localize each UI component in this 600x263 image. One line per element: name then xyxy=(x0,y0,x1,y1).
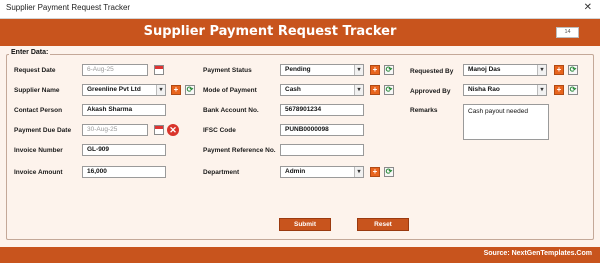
mode-of-payment-dropdown[interactable]: Cash ▾ xyxy=(280,84,364,96)
chevron-down-icon: ▾ xyxy=(156,85,165,95)
payment-status-value: Pending xyxy=(285,66,311,73)
app-header: Supplier Payment Request Tracker 14 xyxy=(0,19,600,46)
ifsc-code-field[interactable]: PUNB0000098 xyxy=(280,124,364,136)
invoice-number-field[interactable]: GL-909 xyxy=(82,144,166,156)
department-label: Department xyxy=(203,169,240,176)
refresh-requester-icon[interactable]: ⟳ xyxy=(568,65,578,75)
close-icon[interactable]: ✕ xyxy=(584,2,592,13)
payment-reference-label: Payment Reference No. xyxy=(203,147,276,154)
approved-by-dropdown[interactable]: Nisha Rao ▾ xyxy=(463,84,547,96)
ifsc-code-label: IFSC Code xyxy=(203,127,236,134)
requested-by-dropdown[interactable]: Manoj Das ▾ xyxy=(463,64,547,76)
invoice-amount-field[interactable]: 16,000 xyxy=(82,166,166,178)
calendar-icon[interactable] xyxy=(154,125,164,135)
payment-reference-field[interactable] xyxy=(280,144,364,156)
group-legend: Enter Data: xyxy=(9,49,51,56)
requested-by-value: Manoj Das xyxy=(468,66,501,73)
chevron-down-icon: ▾ xyxy=(354,65,363,75)
add-department-icon[interactable]: + xyxy=(370,167,380,177)
refresh-supplier-icon[interactable]: ⟳ xyxy=(185,85,195,95)
bank-account-label: Bank Account No. xyxy=(203,107,259,114)
refresh-status-icon[interactable]: ⟳ xyxy=(384,65,394,75)
remarks-field[interactable]: Cash payout needed xyxy=(463,104,549,140)
add-mode-icon[interactable]: + xyxy=(370,85,380,95)
supplier-name-label: Supplier Name xyxy=(14,87,60,94)
approved-by-value: Nisha Rao xyxy=(468,86,500,93)
page-title: Supplier Payment Request Tracker xyxy=(143,24,397,39)
mode-of-payment-label: Mode of Payment xyxy=(203,87,257,94)
add-approver-icon[interactable]: + xyxy=(554,85,564,95)
refresh-mode-icon[interactable]: ⟳ xyxy=(384,85,394,95)
record-id-field[interactable]: 14 xyxy=(556,27,579,38)
supplier-name-value: Greenline Pvt Ltd xyxy=(87,86,141,93)
footer-bar: Source: NextGenTemplates.Com xyxy=(0,247,600,263)
invoice-number-label: Invoice Number xyxy=(14,147,63,154)
mode-of-payment-value: Cash xyxy=(285,86,301,93)
remarks-label: Remarks xyxy=(410,107,438,114)
payment-due-date-label: Payment Due Date xyxy=(14,127,72,134)
department-dropdown[interactable]: Admin ▾ xyxy=(280,166,364,178)
invoice-amount-label: Invoice Amount xyxy=(14,169,63,176)
payment-status-label: Payment Status xyxy=(203,67,252,74)
add-requester-icon[interactable]: + xyxy=(554,65,564,75)
approved-by-label: Approved By xyxy=(410,88,451,95)
payment-status-dropdown[interactable]: Pending ▾ xyxy=(280,64,364,76)
reset-button[interactable]: Reset xyxy=(357,218,409,231)
refresh-department-icon[interactable]: ⟳ xyxy=(384,167,394,177)
supplier-name-dropdown[interactable]: Greenline Pvt Ltd ▾ xyxy=(82,84,166,96)
add-supplier-icon[interactable]: + xyxy=(171,85,181,95)
window-titlebar: Supplier Payment Request Tracker ✕ xyxy=(0,0,600,19)
submit-button[interactable]: Submit xyxy=(279,218,331,231)
contact-person-field[interactable]: Akash Sharma xyxy=(82,104,166,116)
request-date-field[interactable]: 6-Aug-25 xyxy=(82,64,148,76)
bank-account-field[interactable]: 5678901234 xyxy=(280,104,364,116)
request-date-label: Request Date xyxy=(14,67,56,74)
requested-by-label: Requested By xyxy=(410,68,454,75)
form-area: Enter Data: Request Date 6-Aug-25 Suppli… xyxy=(0,46,600,247)
window-title: Supplier Payment Request Tracker xyxy=(6,3,131,12)
calendar-icon[interactable] xyxy=(154,65,164,75)
contact-person-label: Contact Person xyxy=(14,107,63,114)
chevron-down-icon: ▾ xyxy=(354,85,363,95)
add-status-icon[interactable]: + xyxy=(370,65,380,75)
clear-date-icon[interactable]: ✕ xyxy=(167,124,179,136)
chevron-down-icon: ▾ xyxy=(537,65,546,75)
chevron-down-icon: ▾ xyxy=(354,167,363,177)
source-credit: Source: NextGenTemplates.Com xyxy=(483,250,592,257)
payment-due-date-field[interactable]: 30-Aug-25 xyxy=(82,124,148,136)
department-value: Admin xyxy=(285,168,306,175)
chevron-down-icon: ▾ xyxy=(537,85,546,95)
refresh-approver-icon[interactable]: ⟳ xyxy=(568,85,578,95)
